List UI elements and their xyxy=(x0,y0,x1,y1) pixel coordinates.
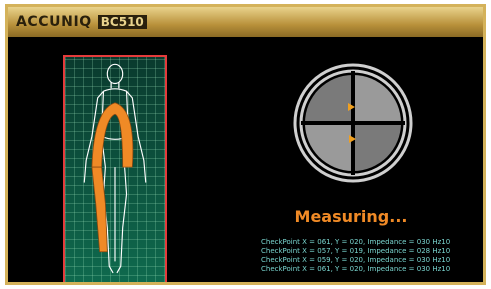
measuring-status: Measuring... xyxy=(294,207,408,226)
app-frame: ACCUNIQ BC510 Measuring... CheckPoint X … xyxy=(5,4,486,285)
checkpoint-log: CheckPoint X = 061, Y = 020, Impedance =… xyxy=(261,238,481,274)
progress-dial-icon xyxy=(293,63,413,183)
log-line: CheckPoint X = 061, Y = 020, Impedance =… xyxy=(261,265,451,273)
body-figure-icon xyxy=(83,63,147,274)
log-line: CheckPoint X = 057, Y = 019, Impedance =… xyxy=(261,247,451,255)
body-scan-panel xyxy=(63,55,167,282)
title-bar: ACCUNIQ BC510 xyxy=(8,7,483,37)
model-badge: BC510 xyxy=(97,15,147,29)
log-line: CheckPoint X = 061, Y = 020, Impedance =… xyxy=(261,238,451,246)
brand-logo: ACCUNIQ xyxy=(16,14,92,30)
log-line: CheckPoint X = 059, Y = 020, Impedance =… xyxy=(261,256,451,264)
